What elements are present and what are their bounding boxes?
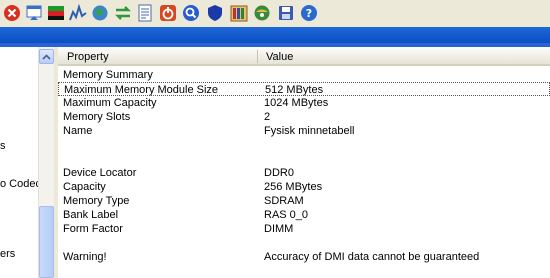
value-cell: SDRAM: [264, 195, 304, 207]
tree-item-fragment[interactable]: o Codec: [0, 178, 38, 190]
table-row[interactable]: Capacity 256 MBytes: [58, 180, 550, 194]
table-row[interactable]: [58, 138, 550, 152]
graph-icon[interactable]: [69, 4, 87, 22]
property-list[interactable]: Property Value Memory Summary Maximum Mem…: [58, 47, 550, 278]
value-cell: DDR0: [264, 167, 294, 179]
property-cell: Memory Summary: [63, 69, 153, 81]
property-cell: Name: [63, 125, 93, 137]
value-cell: 256 MBytes: [264, 181, 323, 193]
property-cell: Warning!: [63, 251, 107, 263]
properties-icon[interactable]: [25, 4, 43, 22]
svg-text:?: ?: [306, 7, 312, 20]
table-row[interactable]: Name Fysisk minnetabell: [58, 124, 550, 138]
close-icon[interactable]: [3, 4, 21, 22]
scroll-thumb[interactable]: [39, 206, 54, 278]
refresh-arrows-icon[interactable]: [114, 4, 132, 22]
color-bars-icon[interactable]: [47, 4, 65, 22]
table-row[interactable]: [58, 236, 550, 250]
chevron-up-icon: [42, 53, 51, 60]
toolbar: ?: [0, 0, 550, 28]
help-icon[interactable]: ?: [300, 4, 318, 22]
property-cell: Maximum Capacity: [63, 97, 157, 109]
table-row[interactable]: Maximum Memory Module Size 512 MBytes: [58, 82, 550, 96]
shield-icon[interactable]: [206, 4, 224, 22]
property-cell: Memory Slots: [63, 111, 131, 123]
value-cell: RAS 0_0: [264, 209, 309, 221]
globe-icon[interactable]: [91, 4, 109, 22]
table-row[interactable]: Bank Label RAS 0_0: [58, 208, 550, 222]
table-row[interactable]: Form Factor DIMM: [58, 222, 550, 236]
column-header-value[interactable]: Value: [266, 51, 293, 63]
property-cell: Capacity: [63, 181, 106, 193]
value-cell: 1024 MBytes: [264, 97, 329, 109]
table-row[interactable]: Memory Type SDRAM: [58, 194, 550, 208]
document-icon[interactable]: [136, 4, 154, 22]
library-icon[interactable]: [230, 4, 248, 22]
value-cell: DIMM: [264, 223, 294, 235]
property-cell: Maximum Memory Module Size: [64, 84, 219, 96]
table-row[interactable]: Device Locator DDR0: [58, 166, 550, 180]
table-row[interactable]: Memory Summary: [58, 68, 550, 82]
property-cell: Memory Type: [63, 195, 130, 207]
column-divider[interactable]: [257, 50, 258, 63]
property-cell: Device Locator: [63, 167, 137, 179]
globe-info-icon[interactable]: [253, 4, 271, 22]
tree-item-fragment[interactable]: ers: [0, 248, 15, 260]
table-row[interactable]: Maximum Capacity 1024 MBytes: [58, 96, 550, 110]
value-cell: Accuracy of DMI data cannot be guarantee…: [264, 251, 480, 263]
column-header-property[interactable]: Property: [67, 51, 109, 63]
list-header: Property Value: [58, 47, 550, 66]
table-row[interactable]: Warning! Accuracy of DMI data cannot be g…: [58, 250, 550, 264]
value-cell: 2: [264, 111, 271, 123]
power-icon[interactable]: [159, 4, 177, 22]
value-cell: 512 MBytes: [265, 84, 324, 96]
save-icon[interactable]: [277, 4, 295, 22]
device-tree-pane[interactable]: s o Codec ers: [0, 47, 38, 278]
search-icon[interactable]: [182, 4, 200, 22]
scroll-up-button[interactable]: [39, 49, 54, 64]
value-cell: Fysisk minnetabell: [264, 125, 355, 137]
property-cell: Form Factor: [63, 223, 123, 235]
tree-scrollbar[interactable]: [38, 47, 55, 278]
tree-item-fragment[interactable]: s: [0, 140, 6, 152]
window-header-bar: [0, 27, 550, 43]
table-row[interactable]: Memory Slots 2: [58, 110, 550, 124]
table-row[interactable]: [58, 152, 550, 166]
property-cell: Bank Label: [63, 209, 119, 221]
